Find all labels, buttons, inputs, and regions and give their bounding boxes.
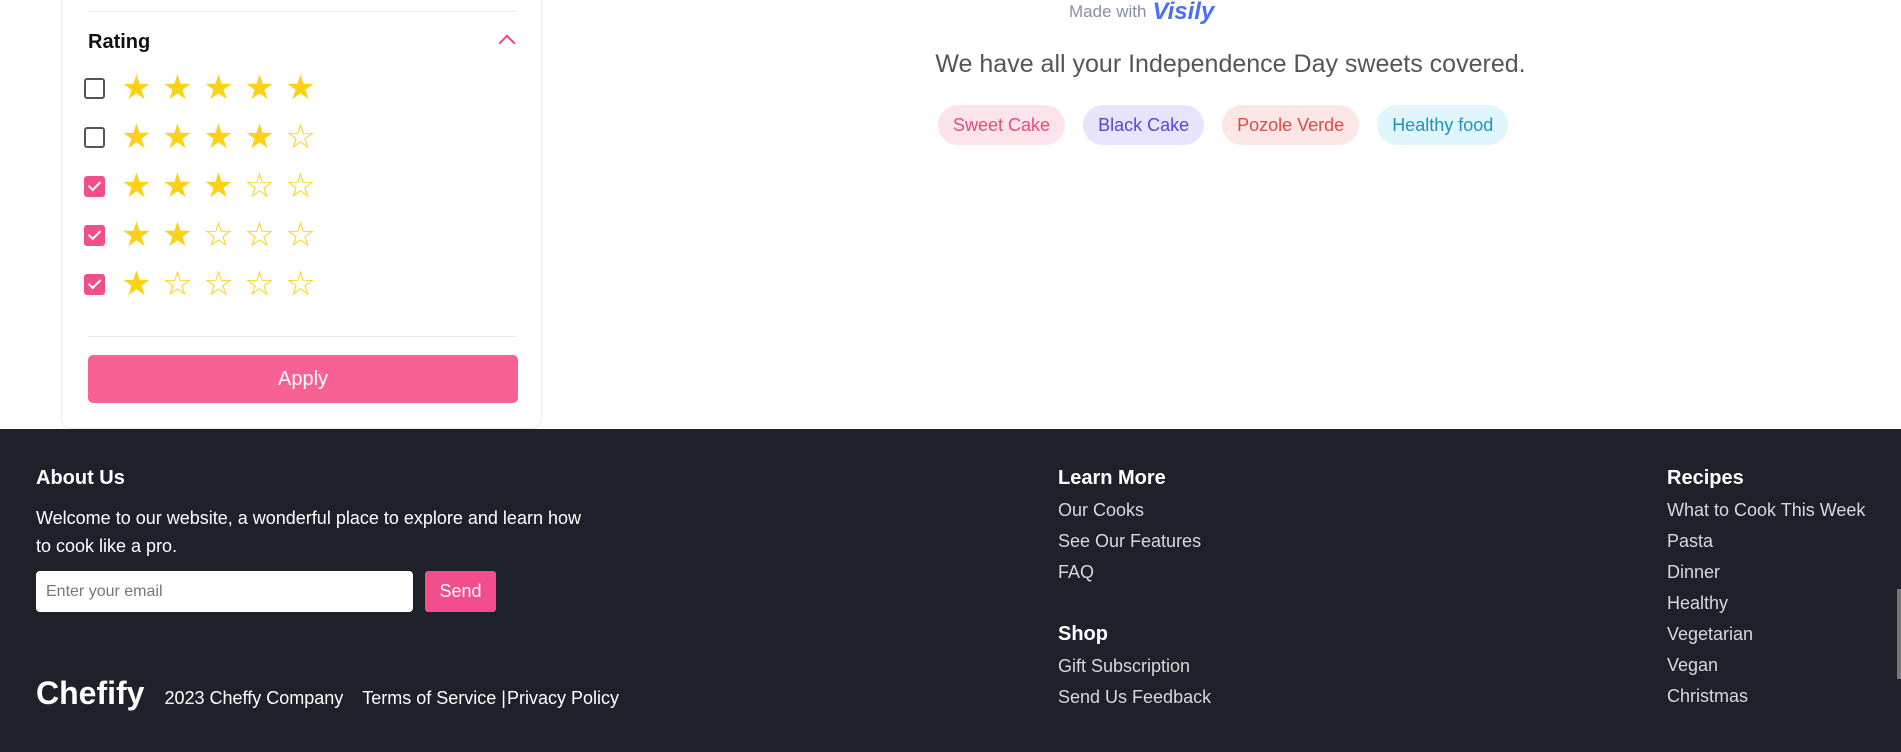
visily-logo: Visily <box>1152 0 1215 25</box>
tag-sweet-cake[interactable]: Sweet Cake <box>938 105 1066 145</box>
tagline: We have all your Independence Day sweets… <box>935 50 1526 78</box>
star-filled-icon: ★ <box>121 68 152 108</box>
brand-logo[interactable]: Chefify <box>36 675 144 712</box>
rating-option-1[interactable]: ★ ☆ ☆ ☆ ☆ <box>84 267 321 301</box>
star-empty-icon: ☆ <box>162 264 193 304</box>
footer-link-our-cooks[interactable]: Our Cooks <box>1058 499 1201 521</box>
star-empty-icon: ☆ <box>285 117 316 157</box>
shop-column: Shop Gift Subscription Send Us Feedback <box>1058 623 1211 708</box>
star-filled-icon: ★ <box>121 264 152 304</box>
about-title: About Us <box>36 467 125 489</box>
star-rating: ★ ★ ★ ★ ★ <box>116 71 321 105</box>
star-filled-icon: ★ <box>162 117 193 157</box>
shop-title: Shop <box>1058 623 1108 645</box>
rating-checkbox[interactable] <box>84 126 105 148</box>
learn-more-title: Learn More <box>1058 467 1166 489</box>
star-filled-icon: ★ <box>285 68 316 108</box>
star-empty-icon: ☆ <box>244 264 275 304</box>
footer-link-faq[interactable]: FAQ <box>1058 561 1201 583</box>
tag-pozole-verde[interactable]: Pozole Verde <box>1222 105 1360 145</box>
rating-checkbox[interactable] <box>84 77 105 99</box>
star-filled-icon: ★ <box>121 166 152 206</box>
main-content: Rating ★ ★ ★ ★ ★ ★ ★ ★ ★ ☆ ★ ★ ★ ☆ ☆ ★ ★ ☆ ☆ ☆ ★ ☆ ☆ ☆ ☆ App… <box>0 0 1901 429</box>
star-filled-icon: ★ <box>203 166 234 206</box>
rating-checkbox-checked[interactable] <box>84 175 105 197</box>
tag-black-cake[interactable]: Black Cake <box>1083 105 1205 145</box>
star-filled-icon: ★ <box>203 68 234 108</box>
tag-list: Sweet Cake Black Cake Pozole Verde Healt… <box>938 105 1509 145</box>
star-empty-icon: ☆ <box>203 215 234 255</box>
made-with-text: Made with <box>1069 2 1147 21</box>
star-empty-icon: ☆ <box>244 166 275 206</box>
divider <box>88 336 516 337</box>
star-filled-icon: ★ <box>244 117 275 157</box>
chevron-up-icon[interactable] <box>498 34 516 52</box>
star-filled-icon: ★ <box>162 166 193 206</box>
star-filled-icon: ★ <box>203 117 234 157</box>
star-empty-icon: ☆ <box>285 215 316 255</box>
footer-link-vegan[interactable]: Vegan <box>1667 654 1865 676</box>
footer-link-healthy[interactable]: Healthy <box>1667 592 1865 614</box>
rating-option-4[interactable]: ★ ★ ★ ★ ☆ <box>84 120 321 154</box>
star-rating: ★ ☆ ☆ ☆ ☆ <box>116 267 321 301</box>
email-input[interactable] <box>36 571 413 612</box>
rating-section-header[interactable]: Rating <box>88 31 516 57</box>
recipes-title: Recipes <box>1667 467 1744 489</box>
rating-option-3[interactable]: ★ ★ ★ ☆ ☆ <box>84 169 321 203</box>
divider <box>88 11 516 12</box>
terms-link[interactable]: Terms of Service <box>362 688 496 709</box>
star-empty-icon: ☆ <box>244 215 275 255</box>
rating-option-5[interactable]: ★ ★ ★ ★ ★ <box>84 71 321 105</box>
star-filled-icon: ★ <box>121 117 152 157</box>
footer-link-dinner[interactable]: Dinner <box>1667 561 1865 583</box>
star-filled-icon: ★ <box>162 215 193 255</box>
footer: About Us Welcome to our website, a wonde… <box>0 429 1901 752</box>
footer-link-christmas[interactable]: Christmas <box>1667 685 1865 707</box>
rating-option-2[interactable]: ★ ★ ☆ ☆ ☆ <box>84 218 321 252</box>
footer-link-pasta[interactable]: Pasta <box>1667 530 1865 552</box>
about-text: Welcome to our website, a wonderful plac… <box>36 508 581 556</box>
footer-link-what-to-cook[interactable]: What to Cook This Week <box>1667 499 1865 521</box>
footer-bottom-row: Chefify 2023 Cheffy Company Terms of Ser… <box>36 675 619 712</box>
apply-button[interactable]: Apply <box>88 355 518 403</box>
star-rating: ★ ★ ★ ☆ ☆ <box>116 169 321 203</box>
rating-checkbox-checked[interactable] <box>84 273 105 295</box>
scrollbar[interactable] <box>1897 589 1901 679</box>
star-empty-icon: ☆ <box>285 264 316 304</box>
star-empty-icon: ☆ <box>203 264 234 304</box>
learn-more-column: Learn More Our Cooks See Our Features FA… <box>1058 467 1201 583</box>
star-filled-icon: ★ <box>121 215 152 255</box>
made-with-badge[interactable]: Made with Visily <box>1069 0 1215 25</box>
send-button[interactable]: Send <box>425 571 496 612</box>
privacy-link[interactable]: Privacy Policy <box>507 688 619 709</box>
star-filled-icon: ★ <box>162 68 193 108</box>
star-rating: ★ ★ ☆ ☆ ☆ <box>116 218 321 252</box>
filter-panel: Rating ★ ★ ★ ★ ★ ★ ★ ★ ★ ☆ ★ ★ ★ ☆ ☆ ★ ★ ☆ ☆ ☆ ★ ☆ ☆ ☆ ☆ App… <box>61 0 542 429</box>
tag-healthy-food[interactable]: Healthy food <box>1377 105 1509 145</box>
recipes-column: Recipes What to Cook This Week Pasta Din… <box>1667 467 1865 707</box>
footer-link-vegetarian[interactable]: Vegetarian <box>1667 623 1865 645</box>
link-separator: | <box>501 688 506 708</box>
star-rating: ★ ★ ★ ★ ☆ <box>116 120 321 154</box>
rating-checkbox-checked[interactable] <box>84 224 105 246</box>
star-filled-icon: ★ <box>244 68 275 108</box>
star-empty-icon: ☆ <box>285 166 316 206</box>
copyright: 2023 Cheffy Company <box>164 688 344 708</box>
footer-link-feedback[interactable]: Send Us Feedback <box>1058 686 1211 708</box>
rating-title: Rating <box>88 31 151 53</box>
footer-link-gift-subscription[interactable]: Gift Subscription <box>1058 655 1211 677</box>
about-section: About Us Welcome to our website, a wonde… <box>36 467 596 560</box>
subscribe-form: Send <box>36 571 496 612</box>
footer-link-features[interactable]: See Our Features <box>1058 530 1201 552</box>
